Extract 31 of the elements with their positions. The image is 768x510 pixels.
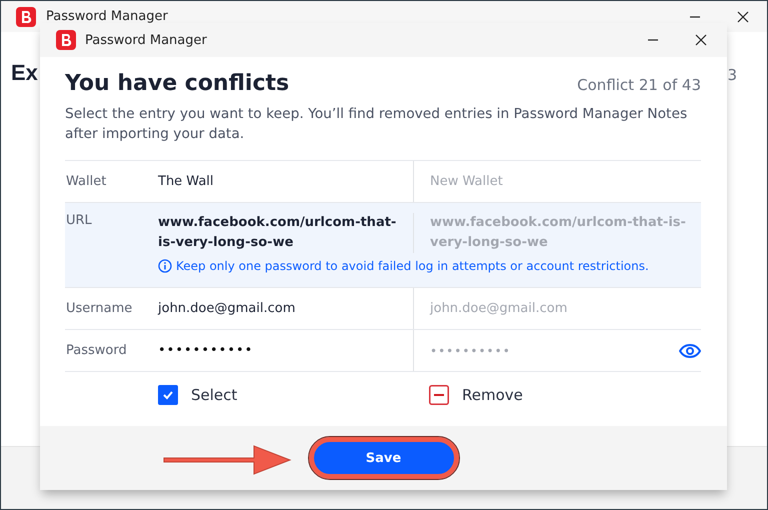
app-logo-icon — [56, 30, 76, 50]
app-logo-icon — [16, 6, 36, 26]
field-label: Password — [65, 343, 128, 358]
field-label: Username — [65, 301, 134, 316]
field-value: john.doe@gmail.com — [430, 300, 568, 318]
save-button[interactable]: Save — [308, 437, 458, 479]
field-label: Wallet — [65, 174, 108, 189]
page-heading: Ex — [11, 60, 38, 86]
warning-notice: Keep only one password to avoid failed log in attempts or account restrictions. — [176, 259, 649, 273]
checkbox-label: Select — [191, 386, 238, 404]
window-title: Password Manager — [46, 9, 169, 24]
show-password-icon[interactable] — [679, 344, 701, 358]
password-value: ••••••••••• — [158, 342, 254, 358]
conflict-counter: 3 — [727, 65, 737, 84]
info-icon — [158, 259, 172, 273]
field-value: New Wallet — [430, 172, 503, 190]
conflict-counter: Conflict 21 of 43 — [577, 76, 701, 94]
dialog-heading: You have conflicts — [65, 71, 290, 96]
field-label: URL — [65, 213, 93, 228]
close-icon[interactable] — [695, 34, 707, 46]
password-value: •••••••••• — [430, 342, 511, 360]
url-value: www.facebook.com/urlcom-that-is-very-long-so-we — [158, 215, 396, 250]
instructions-text: Select the entry you want to keep. You’ll find removed entries in Password Manager Notes after importing your data. — [65, 105, 688, 144]
field-value: The Wall — [158, 174, 214, 188]
close-icon[interactable] — [737, 10, 749, 22]
field-value: john.doe@gmail.com — [158, 300, 296, 316]
checkbox-label: Remove — [462, 386, 523, 404]
window-title: Password Manager — [85, 32, 208, 48]
checkbox[interactable] — [429, 385, 449, 405]
url-value: www.facebook.com/urlcom-that-is-very-long-so-we — [430, 214, 687, 252]
checkbox[interactable] — [158, 385, 178, 405]
